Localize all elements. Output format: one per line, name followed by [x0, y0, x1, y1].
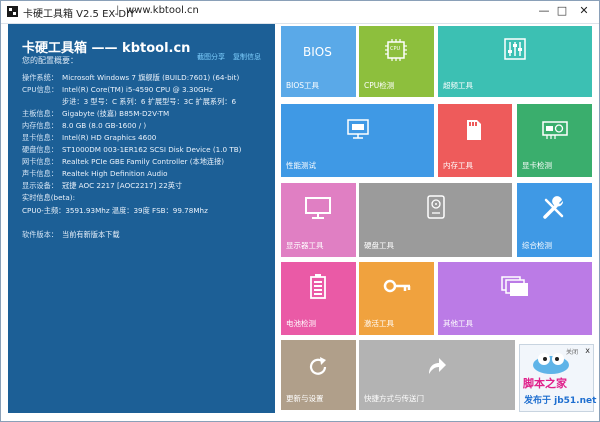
maximize-button[interactable]: □: [553, 2, 571, 19]
info-row-value: Realtek High Definition Audio: [62, 169, 168, 179]
tile-bios-tools[interactable]: BIOS BIOS工具: [281, 26, 356, 97]
title-separator: |: [116, 5, 120, 16]
brand-title: 卡硬工具箱 —— kbtool.cn: [22, 41, 191, 56]
tile-update-settings[interactable]: 更新与设置: [281, 340, 356, 410]
tile-shortcuts-portal[interactable]: 快捷方式与传送门: [359, 340, 515, 410]
info-row-key: CPU信息：: [22, 85, 59, 95]
tile-hardware-label: 综合检测: [522, 241, 552, 250]
info-row-key: 软件版本：: [22, 229, 58, 239]
info-row: 内存信息： 8.0 GB (8.0 GB-1600 / ): [22, 120, 272, 132]
tile-other-label: 其他工具: [443, 319, 473, 328]
refresh-icon: [309, 357, 327, 375]
app-logo-icon: [7, 6, 18, 17]
hard-disk-icon: [427, 195, 445, 219]
stacked-windows-icon: [501, 276, 528, 296]
floating-ad-widget: 关闭 x 脚本之家 发布于 jb51.net: [519, 344, 597, 412]
tile-memory-tools[interactable]: 内存工具: [438, 104, 512, 177]
window-url: www.kbtool.cn: [126, 5, 199, 16]
tile-gpu-label: 显卡检测: [522, 161, 552, 170]
info-row: CPU0-主频：3591.93Mhz 温度：39度 FSB：99.78Mhz: [22, 205, 272, 217]
graphics-card-icon: [542, 121, 568, 139]
mascot-image: [533, 353, 569, 374]
info-row-value: 冠捷 AOC 2217 [AOC2217] 22英寸: [62, 181, 183, 191]
system-summary-panel: 卡硬工具箱 —— kbtool.cn 您的配置概要： 截图分享 复制信息 操作系…: [8, 24, 275, 413]
info-row-key: 内存信息：: [22, 121, 58, 131]
info-row-key: 声卡信息：: [22, 169, 58, 179]
tile-update-label: 更新与设置: [286, 394, 324, 403]
info-row: 网卡信息： Realtek PCIe GBE Family Controller …: [22, 156, 272, 168]
tile-overclock-label: 超频工具: [443, 81, 473, 90]
key-icon: [383, 279, 411, 293]
app-window: 卡硬工具箱 V2.5 EX-DIY | www.kbtool.cn — □ ✕ …: [0, 0, 600, 422]
tile-disk-tools[interactable]: 硬盘工具: [359, 183, 512, 257]
info-row-key: 主板信息：: [22, 109, 58, 119]
info-row-key: 网卡信息：: [22, 157, 58, 167]
tile-performance-label: 性能测试: [286, 161, 316, 170]
close-button[interactable]: ✕: [571, 2, 597, 19]
info-row-value: Gigabyte (技嘉) B85M-D2V-TM: [62, 109, 170, 119]
info-row-value: 8.0 GB (8.0 GB-1600 / ): [62, 121, 147, 131]
title-bar: 卡硬工具箱 V2.5 EX-DIY | www.kbtool.cn — □ ✕: [1, 1, 599, 24]
info-row-value: Intel(R) HD Graphics 4600: [62, 133, 157, 143]
share-arrow-icon: [429, 358, 446, 374]
info-row: 主板信息： Gigabyte (技嘉) B85M-D2V-TM: [22, 108, 272, 120]
info-row-key: 显卡信息：: [22, 133, 58, 143]
tile-monitor-label: 显示器工具: [286, 241, 324, 250]
info-row-value: Realtek PCIe GBE Family Controller (本地连接…: [62, 157, 225, 167]
info-row: 硬盘信息： ST1000DM 003-1ER162 SCSI Disk Devic…: [22, 144, 272, 156]
tile-battery-check[interactable]: 电池检测: [281, 262, 356, 335]
minimize-button[interactable]: —: [535, 2, 553, 19]
tile-disk-label: 硬盘工具: [364, 241, 394, 250]
ad-text-primary: 脚本之家: [523, 377, 567, 390]
tile-gpu-check[interactable]: 显卡检测: [517, 104, 592, 177]
tile-other-tools[interactable]: 其他工具: [438, 262, 592, 335]
info-row: [22, 217, 272, 229]
cpu-icon-text: CPU: [390, 46, 401, 52]
tile-battery-label: 电池检测: [286, 319, 316, 328]
tile-performance-test[interactable]: 性能测试: [281, 104, 434, 177]
screenshot-share-link[interactable]: 截图分享: [197, 52, 225, 62]
tile-hardware-check[interactable]: 综合检测: [517, 183, 592, 257]
info-row: CPU信息： Intel(R) Core(TM) i5-4590 CPU @ 3.…: [22, 84, 272, 96]
info-row-value: Microsoft Windows 7 旗舰版 (BUILD:7601) (64…: [62, 73, 240, 82]
info-row-value: Intel(R) Core(TM) i5-4590 CPU @ 3.30GHz: [62, 85, 213, 95]
info-row-key: 操作系统：: [22, 73, 58, 82]
monitor-icon: [305, 197, 331, 219]
system-info-list: 操作系统： Microsoft Windows 7 旗舰版 (BUILD:7601…: [22, 72, 272, 241]
battery-icon: [310, 274, 326, 299]
tile-monitor-tools[interactable]: 显示器工具: [281, 183, 356, 257]
dashboard-icon: [347, 119, 369, 139]
tile-cpu-check[interactable]: CPU CPU检测: [359, 26, 434, 97]
tools-icon: [543, 196, 564, 219]
info-row-value: 实时信息(beta):: [22, 193, 75, 203]
info-row: 软件版本： 当前有新版本下载: [22, 229, 272, 241]
info-row-value[interactable]: 当前有新版本下载: [62, 229, 120, 241]
tile-bios-label: BIOS工具: [286, 81, 320, 90]
ad-close-button[interactable]: x: [585, 346, 590, 355]
bios-icon: BIOS: [303, 45, 332, 59]
info-row: 操作系统： Microsoft Windows 7 旗舰版 (BUILD:7601…: [22, 72, 272, 84]
tile-cpu-label: CPU检测: [364, 81, 395, 90]
tile-overclock-tools[interactable]: 超频工具: [438, 26, 592, 97]
memory-card-icon: [467, 120, 481, 140]
ad-text-secondary: 发布于 jb51.net: [524, 396, 597, 406]
tile-activation-label: 激活工具: [364, 319, 394, 328]
info-row-key: 硬盘信息：: [22, 145, 58, 155]
info-row-value: 步进：3 型号：C 系列：6 扩展型号：3C 扩展系列：6: [62, 97, 237, 107]
info-row-value: ST1000DM 003-1ER162 SCSI Disk Device (1.…: [62, 145, 242, 155]
info-row-key: 显示设备：: [22, 181, 58, 191]
tile-shortcuts-label: 快捷方式与传送门: [364, 394, 424, 403]
sliders-icon: [504, 38, 526, 60]
info-row: 实时信息(beta):: [22, 192, 272, 204]
info-row: 声卡信息： Realtek High Definition Audio: [22, 168, 272, 180]
tile-activation-tools[interactable]: 激活工具: [359, 262, 434, 335]
config-summary-heading: 您的配置概要：: [22, 56, 78, 65]
info-row-value: CPU0-主频：3591.93Mhz 温度：39度 FSB：99.78Mhz: [22, 205, 208, 215]
info-row: 显示设备： 冠捷 AOC 2217 [AOC2217] 22英寸: [22, 180, 272, 192]
info-row: 显卡信息： Intel(R) HD Graphics 4600: [22, 132, 272, 144]
info-row: 步进：3 型号：C 系列：6 扩展型号：3C 扩展系列：6: [22, 96, 272, 108]
copy-info-link[interactable]: 复制信息: [233, 52, 261, 62]
tile-memory-label: 内存工具: [443, 161, 473, 170]
